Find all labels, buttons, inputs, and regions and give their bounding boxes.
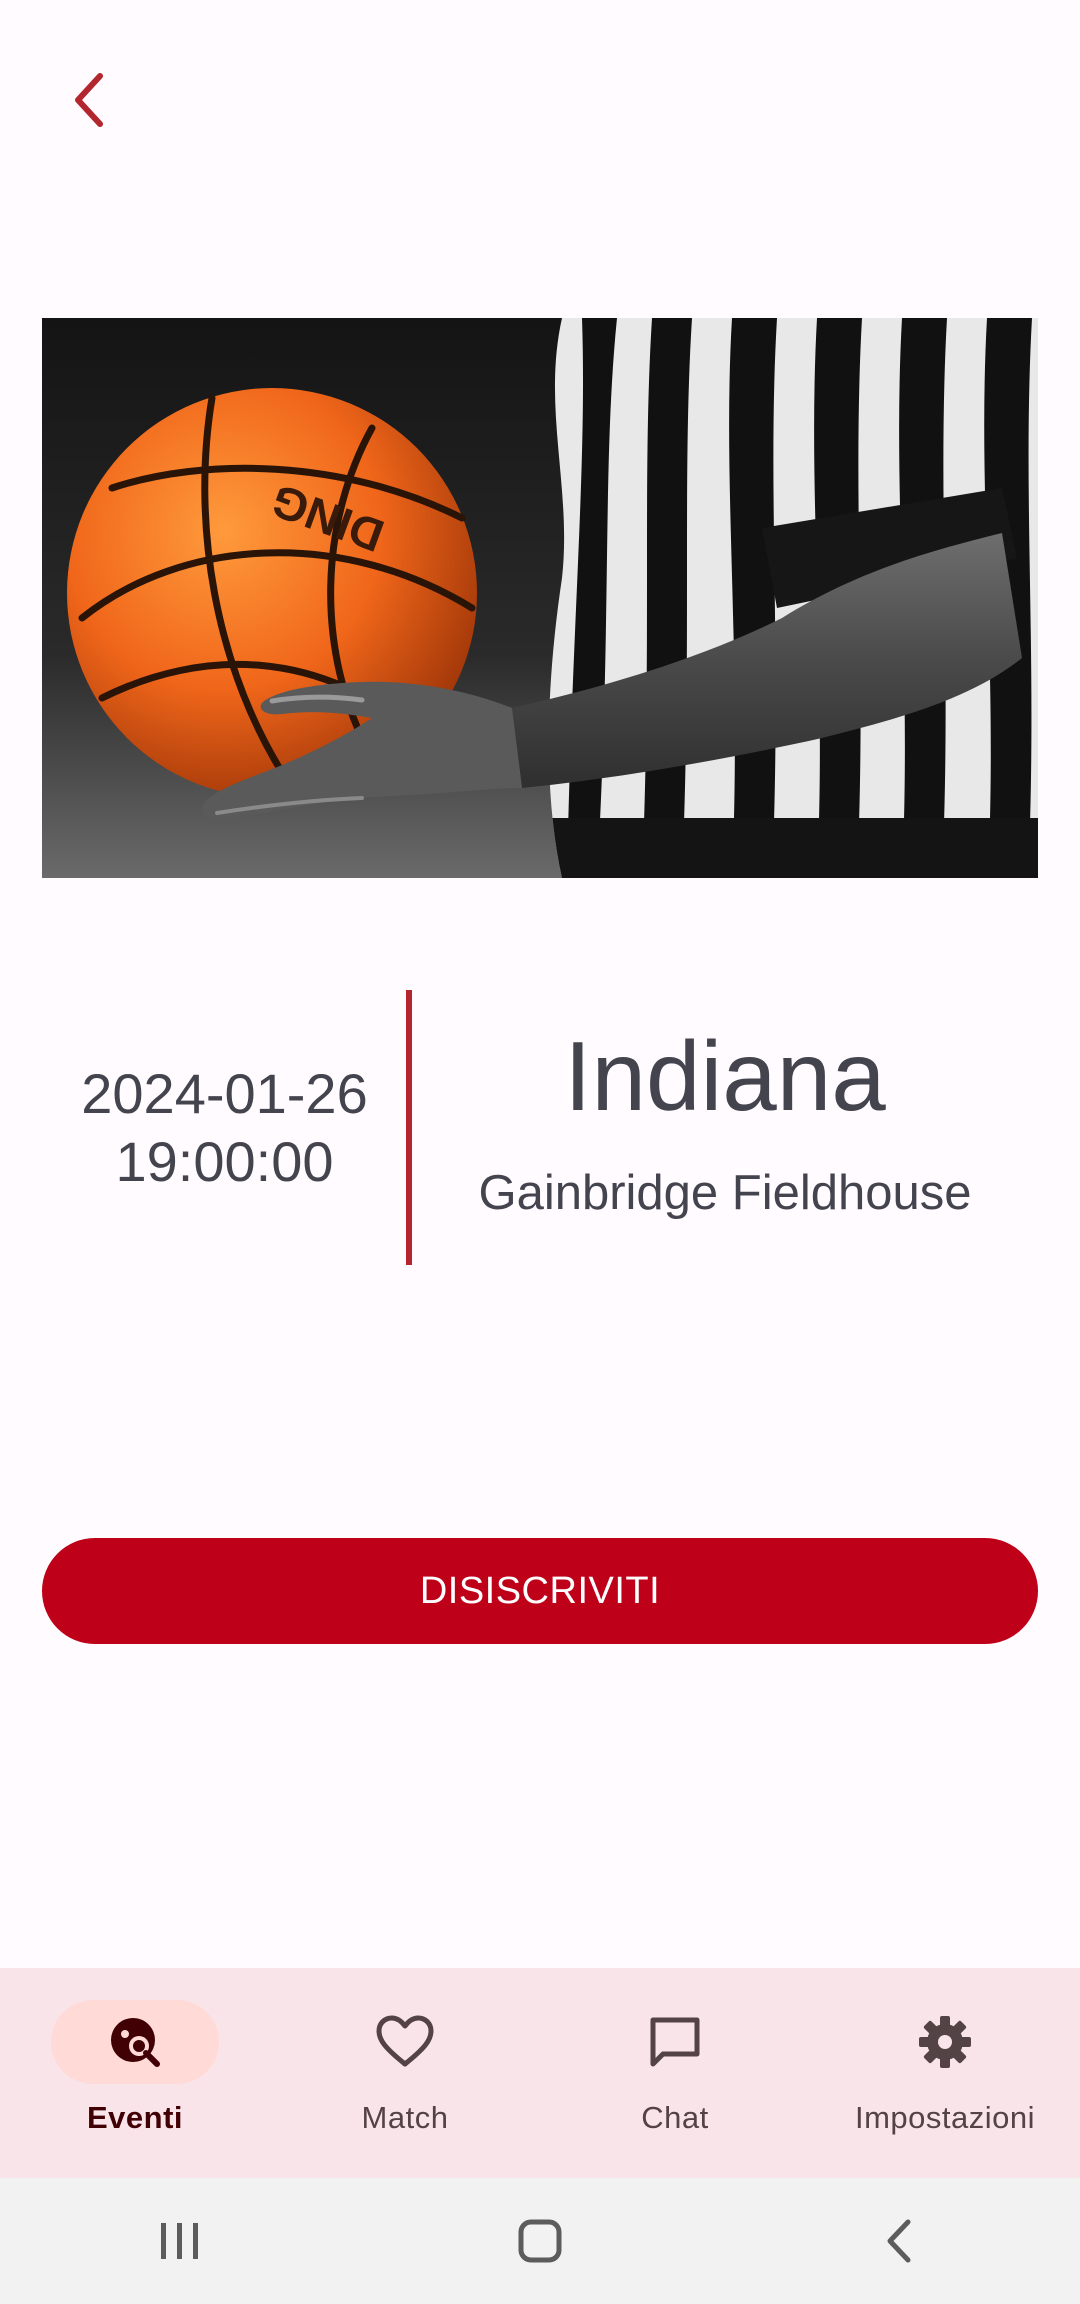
nav-item-impostazioni[interactable]: Impostazioni: [810, 1968, 1080, 2178]
nav-icon-wrap: [861, 2000, 1029, 2084]
back-icon: [887, 2219, 911, 2263]
nav-active-indicator: [51, 2000, 219, 2084]
event-location: Indiana Gainbridge Fieldhouse: [412, 990, 1038, 1265]
nav-label-match: Match: [361, 2100, 449, 2135]
nav-icon-wrap: [321, 2000, 489, 2084]
nav-label-impostazioni: Impostazioni: [854, 2100, 1036, 2135]
nav-item-chat[interactable]: Chat: [540, 1968, 810, 2178]
event-venue: Gainbridge Fieldhouse: [478, 1165, 972, 1220]
heart-icon: [376, 2015, 434, 2067]
home-button[interactable]: [480, 2191, 600, 2291]
event-city: Indiana: [564, 1020, 886, 1131]
event-datetime: 2024-01-26 19:00:00: [42, 990, 407, 1265]
unsubscribe-button[interactable]: DISISCRIVITI: [42, 1538, 1038, 1644]
home-icon: [518, 2219, 562, 2263]
nav-icon-wrap: [591, 2000, 759, 2084]
event-time: 19:00:00: [115, 1129, 334, 1193]
recents-button[interactable]: [120, 2191, 240, 2291]
nav-item-match[interactable]: Match: [270, 1968, 540, 2178]
nav-label-eventi: Eventi: [86, 2100, 184, 2135]
gear-icon: [919, 2016, 971, 2068]
back-button[interactable]: [50, 60, 130, 140]
event-date: 2024-01-26: [81, 1061, 368, 1125]
nav-label-chat: Chat: [641, 2100, 709, 2135]
system-back-button[interactable]: [840, 2191, 960, 2291]
bottom-navigation: Eventi Match Chat Impostazioni: [0, 1968, 1080, 2178]
chevron-left-icon: [75, 73, 103, 127]
event-info: 2024-01-26 19:00:00 Indiana Gainbridge F…: [42, 990, 1038, 1265]
nav-item-eventi[interactable]: Eventi: [0, 1968, 270, 2178]
system-navigation-bar: [0, 2178, 1080, 2304]
event-search-icon: [111, 2018, 160, 2067]
recents-icon: [161, 2223, 198, 2259]
chat-bubble-icon: [650, 2017, 700, 2067]
event-image: DING: [42, 318, 1038, 878]
